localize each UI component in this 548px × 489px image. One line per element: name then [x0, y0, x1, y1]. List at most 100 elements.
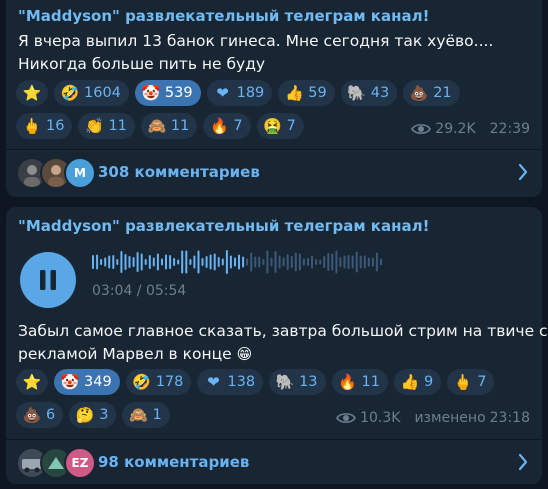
poop-emoji: 💩	[22, 406, 42, 424]
reaction-thumbs-up[interactable]: 👍 9	[393, 369, 442, 395]
reaction-heart[interactable]: ❤ 189	[206, 80, 273, 106]
waveform-bar	[144, 259, 147, 265]
reaction-count: 11	[361, 374, 380, 390]
channel-name[interactable]: "Maddyson" развлекательный телеграм кана…	[18, 7, 429, 25]
message-line: Забыл самое главное сказать, завтра боль…	[18, 322, 548, 340]
waveform-bar	[343, 255, 346, 269]
waveform-bar	[258, 256, 261, 268]
views-icon	[411, 124, 432, 134]
waveform-bar	[217, 257, 220, 267]
waveform-bar	[290, 256, 293, 268]
comments-count[interactable]: 98 комментариев	[98, 453, 249, 471]
reaction-count: 7	[233, 118, 243, 134]
reaction-vomit[interactable]: 🤮 7	[256, 113, 304, 139]
waveform-bar	[132, 257, 135, 267]
reaction-count: 11	[108, 118, 127, 134]
reaction-clap[interactable]: 👏 11	[78, 113, 135, 139]
voice-waveform[interactable]	[92, 249, 382, 275]
reaction-rofl[interactable]: 🤣 178	[125, 369, 192, 395]
reaction-heart[interactable]: ❤ 138	[197, 369, 264, 395]
reaction-clown[interactable]: 🤡 539	[134, 80, 201, 106]
reaction-middle-finger[interactable]: 🖕 7	[447, 369, 495, 395]
waveform-bar	[371, 257, 374, 267]
reaction-clown[interactable]: 🤡 349	[54, 369, 120, 395]
waveform-bar	[225, 250, 228, 274]
waveform-bar	[359, 255, 362, 269]
reaction-see-no-evil[interactable]: 🙈 11	[140, 113, 198, 139]
waveform-bar	[173, 258, 176, 266]
waveform-bar	[319, 259, 322, 265]
waveform-bar	[315, 259, 318, 265]
commenter-avatars: M	[16, 157, 96, 189]
message-line: Никогда больше пить не буду	[18, 55, 266, 73]
waveform-bar	[327, 253, 330, 271]
reaction-thinking[interactable]: 🤔 3	[69, 402, 117, 428]
reaction-middle-finger[interactable]: 🖕 16	[16, 113, 73, 139]
pause-button[interactable]	[20, 252, 76, 308]
message-line: рекламой Марвел в конце 😁	[18, 345, 253, 363]
waveform-bar	[120, 251, 123, 273]
view-count: 29.2K	[435, 121, 476, 137]
reaction-fire[interactable]: 🔥 7	[203, 113, 251, 139]
waveform-bar	[213, 253, 216, 271]
reaction-poop[interactable]: 💩 21	[403, 80, 460, 106]
heart-emoji: ❤	[207, 373, 220, 391]
waveform-bar	[209, 254, 212, 270]
middle-finger-emoji: 🖕	[453, 373, 473, 391]
waveform-bar	[298, 253, 301, 271]
reaction-count: 6	[46, 407, 56, 423]
fire-emoji: 🔥	[338, 373, 357, 391]
waveform-bar	[270, 257, 273, 267]
fire-emoji: 🔥	[210, 117, 229, 135]
comments-button[interactable]: M 308 комментариев	[6, 150, 542, 194]
waveform-bar	[262, 259, 265, 265]
waveform-bar	[201, 258, 204, 266]
reaction-rofl[interactable]: 🤣 1604	[54, 80, 129, 106]
waveform-bar	[278, 255, 281, 269]
view-count: 10.3K	[360, 410, 401, 426]
reaction-count: 3	[99, 407, 109, 423]
comments-count[interactable]: 308 комментариев	[98, 163, 260, 181]
reaction-star[interactable]: ⭐	[16, 369, 48, 395]
waveform-bar	[116, 259, 119, 265]
reaction-count: 349	[84, 374, 112, 390]
elephant-emoji: 🐘	[347, 84, 367, 102]
poop-emoji: 💩	[409, 84, 429, 102]
reaction-thumbs-up[interactable]: 👍 59	[278, 80, 335, 106]
reaction-fire[interactable]: 🔥 11	[331, 369, 388, 395]
reaction-see-no-evil[interactable]: 🙈 1	[122, 402, 170, 428]
waveform-bar	[181, 250, 184, 274]
reaction-count: 9	[423, 374, 434, 390]
waveform-bar	[148, 255, 151, 269]
waveform-bar	[169, 255, 172, 269]
reaction-row: 🖕 16 👏 11 🙈 11 🔥 7 🤮 7	[16, 113, 460, 139]
rofl-emoji: 🤣	[60, 84, 80, 102]
waveform-bar	[294, 252, 297, 272]
waveform-bar	[189, 259, 192, 265]
chevron-right-icon[interactable]	[518, 453, 528, 471]
waveform-bar	[363, 255, 366, 269]
reaction-count: 11	[170, 118, 190, 134]
comments-button[interactable]: EZ 98 комментариев	[6, 440, 542, 484]
post-time: 22:39	[489, 121, 530, 137]
clap-emoji: 👏	[85, 117, 104, 135]
reaction-count: 189	[236, 85, 265, 101]
reaction-elephant[interactable]: 🐘 43	[340, 80, 398, 106]
waveform-bar	[238, 254, 240, 270]
channel-post-1: "Maddyson" развлекательный телеграм кана…	[6, 0, 542, 197]
waveform-bar	[152, 257, 155, 267]
channel-name[interactable]: "Maddyson" развлекательный телеграм кана…	[18, 217, 429, 235]
reaction-elephant[interactable]: 🐘 13	[269, 369, 326, 395]
reaction-row: ⭐ 🤣 1604 🤡 539 ❤ 189 👍 59 🐘 43 💩 21	[16, 80, 460, 106]
waveform-bar	[185, 250, 188, 274]
reaction-poop[interactable]: 💩 6	[16, 402, 64, 428]
star-emoji: ⭐	[22, 373, 42, 391]
waveform-bar	[335, 250, 338, 274]
clown-emoji: 🤡	[141, 84, 161, 102]
chevron-right-icon[interactable]	[518, 163, 528, 181]
waveform-bar	[205, 256, 208, 268]
reaction-star[interactable]: ⭐	[16, 80, 48, 106]
see-no-evil-emoji: 🙈	[129, 406, 148, 424]
reaction-count: 539	[164, 85, 193, 101]
channel-post-2: "Maddyson" развлекательный телеграм кана…	[6, 207, 548, 484]
